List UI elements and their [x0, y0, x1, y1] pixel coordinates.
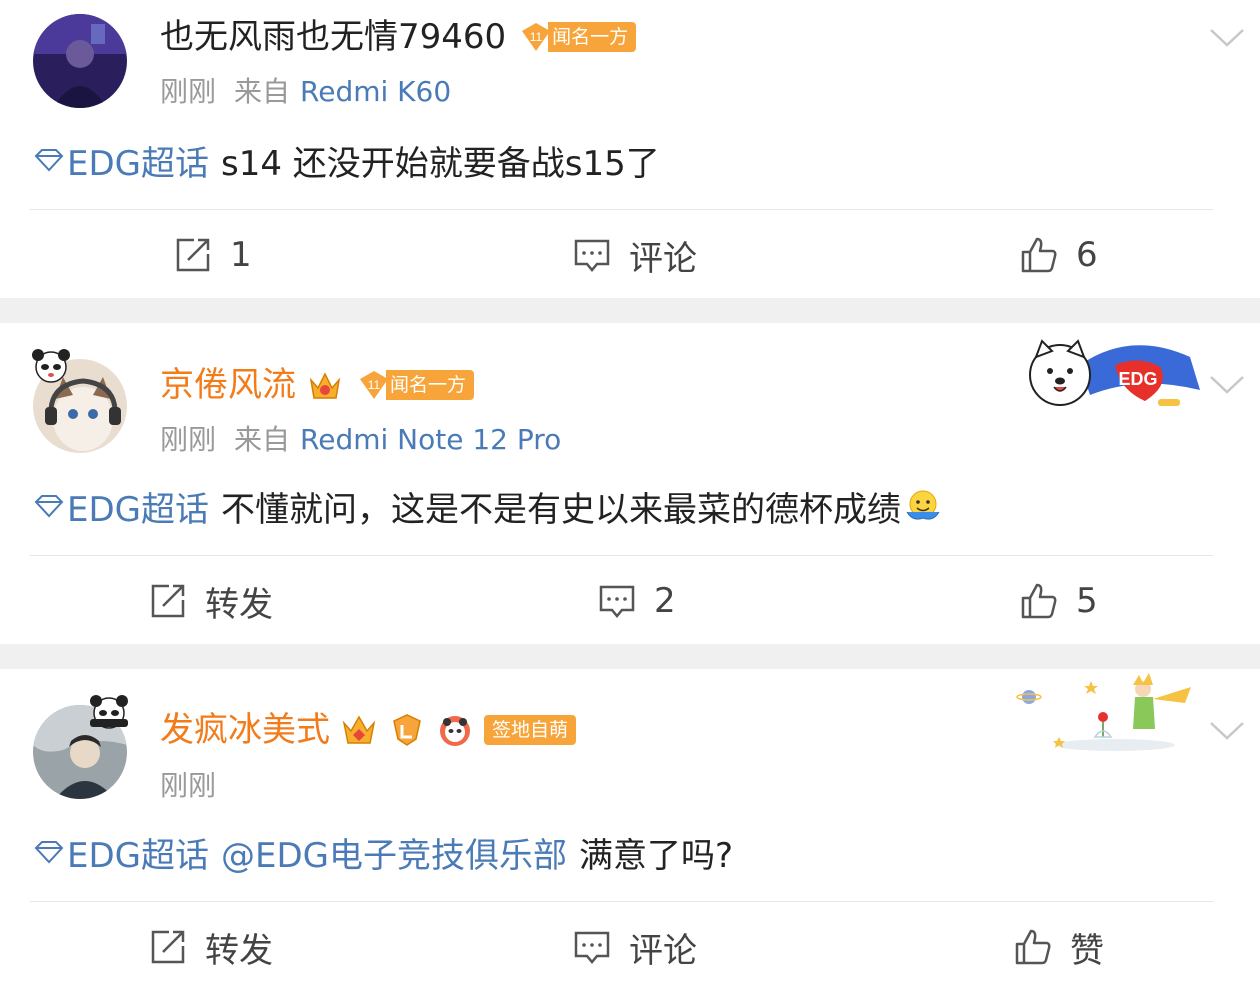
like-count: 6 — [1076, 235, 1098, 275]
comment-icon — [574, 239, 610, 272]
topic-label: EDG超话 — [67, 143, 210, 184]
post-1: 也无风雨也无情79460 11 闻名一方 刚刚 来自 Redmi K60 EDG超话… — [0, 0, 1260, 298]
repost-button[interactable]: 1 — [174, 230, 252, 280]
post-text: 满意了吗? — [579, 835, 734, 876]
post-text: s14 还没开始就要备战s15了 — [221, 143, 660, 184]
like-icon — [1021, 237, 1057, 273]
topic-link[interactable]: EDG超话 — [33, 482, 209, 531]
comment-icon — [599, 585, 635, 618]
panda-badge-icon[interactable] — [436, 711, 474, 749]
mention-link[interactable]: @EDG电子竞技俱乐部 — [221, 828, 567, 877]
username[interactable]: 也无风雨也无情79460 — [160, 12, 506, 62]
like-button[interactable]: 5 — [1020, 576, 1098, 626]
topic-diamond-icon — [34, 841, 64, 864]
crown-icon[interactable] — [306, 366, 344, 404]
fame-badge[interactable]: 11 闻名一方 — [356, 369, 475, 401]
like-icon — [1015, 929, 1051, 965]
post-text: 不懂就问，这是不是有史以来最菜的德杯成绩 — [221, 489, 902, 530]
topic-label: EDG超话 — [67, 835, 210, 876]
comment-button[interactable]: 2 — [598, 576, 676, 626]
chevron-down-icon[interactable] — [1208, 26, 1246, 50]
fame-badge-label: 闻名一方 — [548, 22, 637, 52]
post-time: 刚刚 — [160, 423, 217, 456]
post-content: EDG超话 @EDG电子竞技俱乐部 满意了吗? — [33, 828, 733, 876]
hug-emoji-icon — [906, 490, 940, 520]
panda-pendant-icon — [90, 695, 128, 729]
username[interactable]: 发疯冰美式 — [160, 705, 330, 755]
fame-badge[interactable]: 11 闻名一方 — [518, 21, 637, 53]
like-label: 赞 — [1070, 930, 1104, 971]
post-time: 刚刚 — [160, 769, 217, 802]
comment-label: 评论 — [629, 930, 697, 971]
post-time: 刚刚 — [160, 75, 217, 108]
like-button[interactable]: 6 — [1020, 230, 1098, 280]
comment-button[interactable]: 评论 — [573, 230, 697, 280]
like-icon — [1021, 583, 1057, 619]
repost-icon — [176, 238, 210, 272]
divider — [30, 209, 1213, 210]
chevron-down-icon[interactable] — [1208, 719, 1246, 743]
post-meta: 刚刚 — [160, 764, 216, 804]
post-meta: 刚刚 来自 Redmi K60 — [160, 70, 451, 110]
divider — [30, 901, 1213, 902]
like-count: 5 — [1076, 581, 1098, 621]
divider — [30, 555, 1213, 556]
post-meta: 刚刚 来自 Redmi Note 12 Pro — [160, 418, 561, 458]
like-button[interactable]: 赞 — [1014, 922, 1104, 972]
svg-text:11: 11 — [368, 378, 381, 392]
repost-label: 转发 — [205, 584, 273, 625]
from-label: 来自 — [234, 75, 291, 108]
edg-card-decoration[interactable]: EDG — [1020, 335, 1208, 415]
device-link[interactable]: Redmi Note 12 Pro — [300, 423, 561, 456]
post-content: EDG超话 不懂就问，这是不是有史以来最菜的德杯成绩 — [33, 482, 943, 530]
username[interactable]: 京倦风流 — [160, 360, 296, 410]
repost-button[interactable]: 转发 — [149, 576, 273, 626]
svg-text:11: 11 — [530, 30, 543, 44]
post-content: EDG超话 s14 还没开始就要备战s15了 — [33, 136, 660, 184]
sign-badge[interactable]: 签地自萌 — [484, 715, 577, 745]
repost-button[interactable]: 转发 — [149, 922, 273, 972]
crown-icon[interactable] — [340, 711, 378, 749]
name-row: 也无风雨也无情79460 11 闻名一方 — [160, 12, 637, 62]
fame-badge-label: 闻名一方 — [386, 370, 475, 400]
avatar[interactable] — [33, 14, 127, 108]
post-2: 京倦风流 11 闻名一方 刚刚来自 Redmi Note 12 Pro EDG — [0, 323, 1260, 644]
chevron-down-icon[interactable] — [1208, 373, 1246, 397]
topic-diamond-icon — [34, 149, 64, 172]
edg-logo-text: EDG — [1118, 369, 1157, 389]
topic-link[interactable]: EDG超话 — [33, 828, 209, 877]
name-row: 京倦风流 11 闻名一方 — [160, 360, 475, 410]
comment-label: 评论 — [629, 238, 697, 279]
separator — [0, 644, 1260, 669]
name-row: 发疯冰美式 签地自萌 — [160, 705, 577, 755]
from-label: 来自 — [234, 423, 291, 456]
repost-icon — [151, 584, 185, 618]
comment-button[interactable]: 评论 — [573, 922, 697, 972]
repost-label: 转发 — [205, 930, 273, 971]
topic-label: EDG超话 — [67, 489, 210, 530]
little-prince-card-decoration[interactable] — [1015, 669, 1195, 751]
post-3: 发疯冰美式 签地自萌 刚刚 EDG超话 @EDG电子竞技俱乐部 满意了吗? 转发… — [0, 669, 1260, 981]
separator — [0, 298, 1260, 323]
repost-count: 1 — [230, 235, 252, 275]
level-shield-icon[interactable] — [388, 711, 426, 749]
topic-diamond-icon — [34, 495, 64, 518]
panda-pendant-icon — [32, 349, 70, 383]
comment-count: 2 — [654, 581, 676, 621]
comment-icon — [574, 931, 610, 964]
device-link[interactable]: Redmi K60 — [300, 75, 451, 108]
repost-icon — [151, 930, 185, 964]
topic-link[interactable]: EDG超话 — [33, 136, 209, 185]
